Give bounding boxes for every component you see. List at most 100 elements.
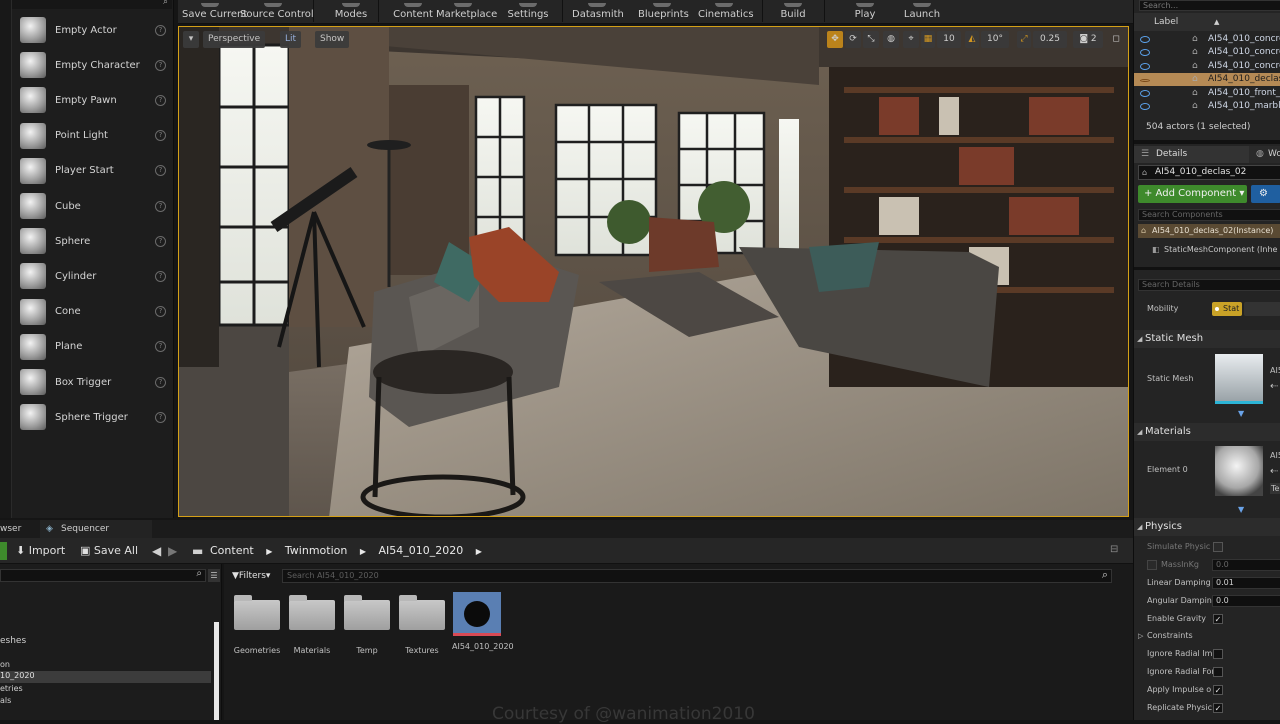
grid-snap-toggle[interactable]: ▦	[921, 31, 935, 48]
ignore-radial-force-checkbox[interactable]	[1213, 667, 1223, 677]
level-asset-item[interactable]: AI54_010_2020	[452, 592, 514, 651]
place-item-box-trigger[interactable]: Box Trigger?	[12, 365, 172, 399]
folder-search-input[interactable]: ⌕	[0, 568, 206, 582]
scale-snap-toggle[interactable]: ⤢	[1017, 31, 1031, 48]
add-new-button[interactable]	[0, 542, 7, 560]
apply-impulse-checkbox[interactable]: ✓	[1213, 685, 1223, 695]
visibility-eye-icon[interactable]	[1140, 36, 1150, 43]
angular-damping-input[interactable]: 0.0	[1212, 595, 1280, 607]
history-back-button[interactable]: ◀	[152, 542, 161, 560]
outliner-search-input[interactable]: Search...	[1139, 0, 1280, 11]
folder-item[interactable]: Textures	[397, 592, 447, 655]
breadcrumb-separator-icon[interactable]: ▶	[476, 547, 482, 556]
folder-item[interactable]: Temp	[342, 592, 392, 655]
lock-icon[interactable]: ⊟	[1110, 544, 1118, 555]
outliner-row[interactable]: ⌂ AI54_010_declas_	[1134, 73, 1280, 87]
world-local-toggle[interactable]: ◍	[883, 31, 899, 48]
search-components-input[interactable]: Search Components	[1138, 209, 1280, 221]
mass-input[interactable]: 0.0	[1212, 559, 1280, 571]
place-item-player-start[interactable]: Player Start?	[12, 154, 172, 188]
actor-name-field[interactable]: ⌂ AI54_010_declas_02	[1138, 165, 1280, 180]
tree-item[interactable]: etries	[0, 684, 23, 693]
marketplace-button[interactable]: Marketplace	[436, 3, 497, 23]
save-all-button[interactable]: ▣ Save All	[80, 542, 138, 560]
static-mesh-section-header[interactable]: Static Mesh	[1134, 330, 1280, 348]
help-icon[interactable]: ?	[155, 24, 166, 36]
breadcrumb-twinmotion[interactable]: Twinmotion	[285, 544, 347, 557]
search-details-input[interactable]: Search Details	[1138, 279, 1280, 291]
place-item-cylinder[interactable]: Cylinder?	[12, 259, 172, 293]
static-mesh-component-row[interactable]: ◧ StaticMeshComponent (Inhe	[1138, 243, 1280, 257]
level-viewport[interactable]: ▾ Perspective Lit Show ✥ ⟳ ⤡ ◍ ⌖ ▦ 10 ◭ …	[178, 26, 1129, 517]
asset-search-input[interactable]: Search AI54_010_2020 ⌕	[282, 569, 1112, 583]
enable-gravity-checkbox[interactable]: ✓	[1213, 614, 1223, 624]
tab-world-settings[interactable]: ◍ Wo	[1252, 146, 1280, 163]
place-item-sphere[interactable]: Sphere?	[12, 224, 172, 258]
help-icon[interactable]: ?	[155, 59, 166, 71]
help-icon[interactable]: ?	[155, 235, 166, 247]
breadcrumb-separator-icon[interactable]: ▶	[360, 547, 366, 556]
static-mesh-thumbnail[interactable]	[1215, 354, 1263, 404]
visibility-eye-icon[interactable]	[1140, 89, 1150, 97]
rotation-snap-toggle[interactable]: ◭	[965, 31, 979, 48]
expand-arrow-icon[interactable]: ▼	[1238, 409, 1244, 418]
tab-details[interactable]: ☰ Details	[1134, 146, 1249, 163]
viewport-options-button[interactable]: ▾	[183, 31, 199, 48]
content-button[interactable]: Content	[392, 3, 434, 23]
blueprints-button[interactable]: Blueprints	[638, 3, 689, 23]
save-current-button[interactable]: Save Current	[182, 3, 247, 23]
datasmith-button[interactable]: Datasmith	[572, 3, 624, 23]
history-forward-button[interactable]: ▶	[168, 542, 177, 560]
rotate-tool-button[interactable]: ⟳	[845, 31, 861, 48]
help-icon[interactable]: ?	[155, 411, 166, 423]
material-thumbnail[interactable]	[1215, 446, 1263, 496]
help-icon[interactable]: ?	[155, 270, 166, 282]
tree-item[interactable]: on	[0, 660, 10, 669]
scale-tool-button[interactable]: ⤡	[863, 31, 879, 48]
scale-snap-value[interactable]: 0.25	[1033, 31, 1067, 48]
mobility-static-toggle[interactable]: Stat	[1212, 302, 1242, 316]
source-control-button[interactable]: Source Control	[240, 3, 314, 23]
instance-component-row[interactable]: ⌂ AI54_010_declas_02(Instance)	[1138, 224, 1280, 238]
help-icon[interactable]: ?	[155, 200, 166, 212]
visibility-eye-icon[interactable]	[1140, 49, 1150, 57]
view-options-button[interactable]: ☰	[208, 569, 220, 582]
surface-snap-button[interactable]: ⌖	[903, 31, 919, 48]
show-flags-button[interactable]: Show	[315, 31, 350, 48]
maximize-viewport-button[interactable]: ◻	[1109, 31, 1123, 48]
place-item-point-light[interactable]: Point Light?	[12, 119, 172, 153]
view-mode-lit-button[interactable]: Lit	[280, 31, 302, 48]
folder-item[interactable]: Geometries	[232, 592, 282, 655]
build-button[interactable]: Build	[778, 3, 808, 23]
visibility-eye-icon[interactable]	[1140, 62, 1150, 70]
place-item-plane[interactable]: Plane?	[12, 330, 172, 364]
expand-arrow-icon[interactable]: ▼	[1238, 505, 1244, 514]
tab-content-browser[interactable]: wser	[0, 520, 40, 538]
import-button[interactable]: ⬇ Import	[16, 542, 65, 560]
label-column-header[interactable]: Label	[1154, 13, 1178, 31]
settings-button[interactable]: Settings	[506, 3, 550, 23]
filters-button[interactable]: ▼Filters▾	[232, 569, 270, 583]
folder-item[interactable]: Materials	[287, 592, 337, 655]
constraints-row[interactable]: ▷ Constraints	[1134, 627, 1280, 645]
simulate-physics-checkbox[interactable]	[1213, 542, 1223, 552]
modes-button[interactable]: Modes	[330, 3, 372, 23]
tree-item-selected[interactable]: 10_2020	[0, 671, 211, 683]
visibility-eye-icon[interactable]	[1140, 79, 1150, 83]
panel-splitter[interactable]	[1134, 140, 1280, 144]
add-component-button[interactable]: + Add Component ▾	[1138, 185, 1247, 203]
mobility-stationary-toggle[interactable]	[1244, 302, 1280, 316]
launch-button[interactable]: Launch	[902, 3, 942, 23]
grid-snap-value[interactable]: 10	[937, 31, 961, 48]
materials-section-header[interactable]: Materials	[1134, 423, 1280, 441]
tree-scrollbar[interactable]	[214, 622, 219, 720]
breadcrumb-content[interactable]: Content	[210, 544, 254, 557]
tree-item[interactable]: als	[0, 696, 11, 705]
help-icon[interactable]: ?	[155, 165, 166, 177]
translate-tool-button[interactable]: ✥	[827, 31, 843, 48]
details-splitter[interactable]	[1134, 267, 1280, 270]
outliner-row[interactable]: ⌂ AI54_010_concret	[1134, 46, 1280, 59]
place-item-cube[interactable]: Cube?	[12, 189, 172, 223]
place-item-empty-pawn[interactable]: Empty Pawn?	[12, 83, 172, 117]
ignore-radial-impulse-checkbox[interactable]	[1213, 649, 1223, 659]
